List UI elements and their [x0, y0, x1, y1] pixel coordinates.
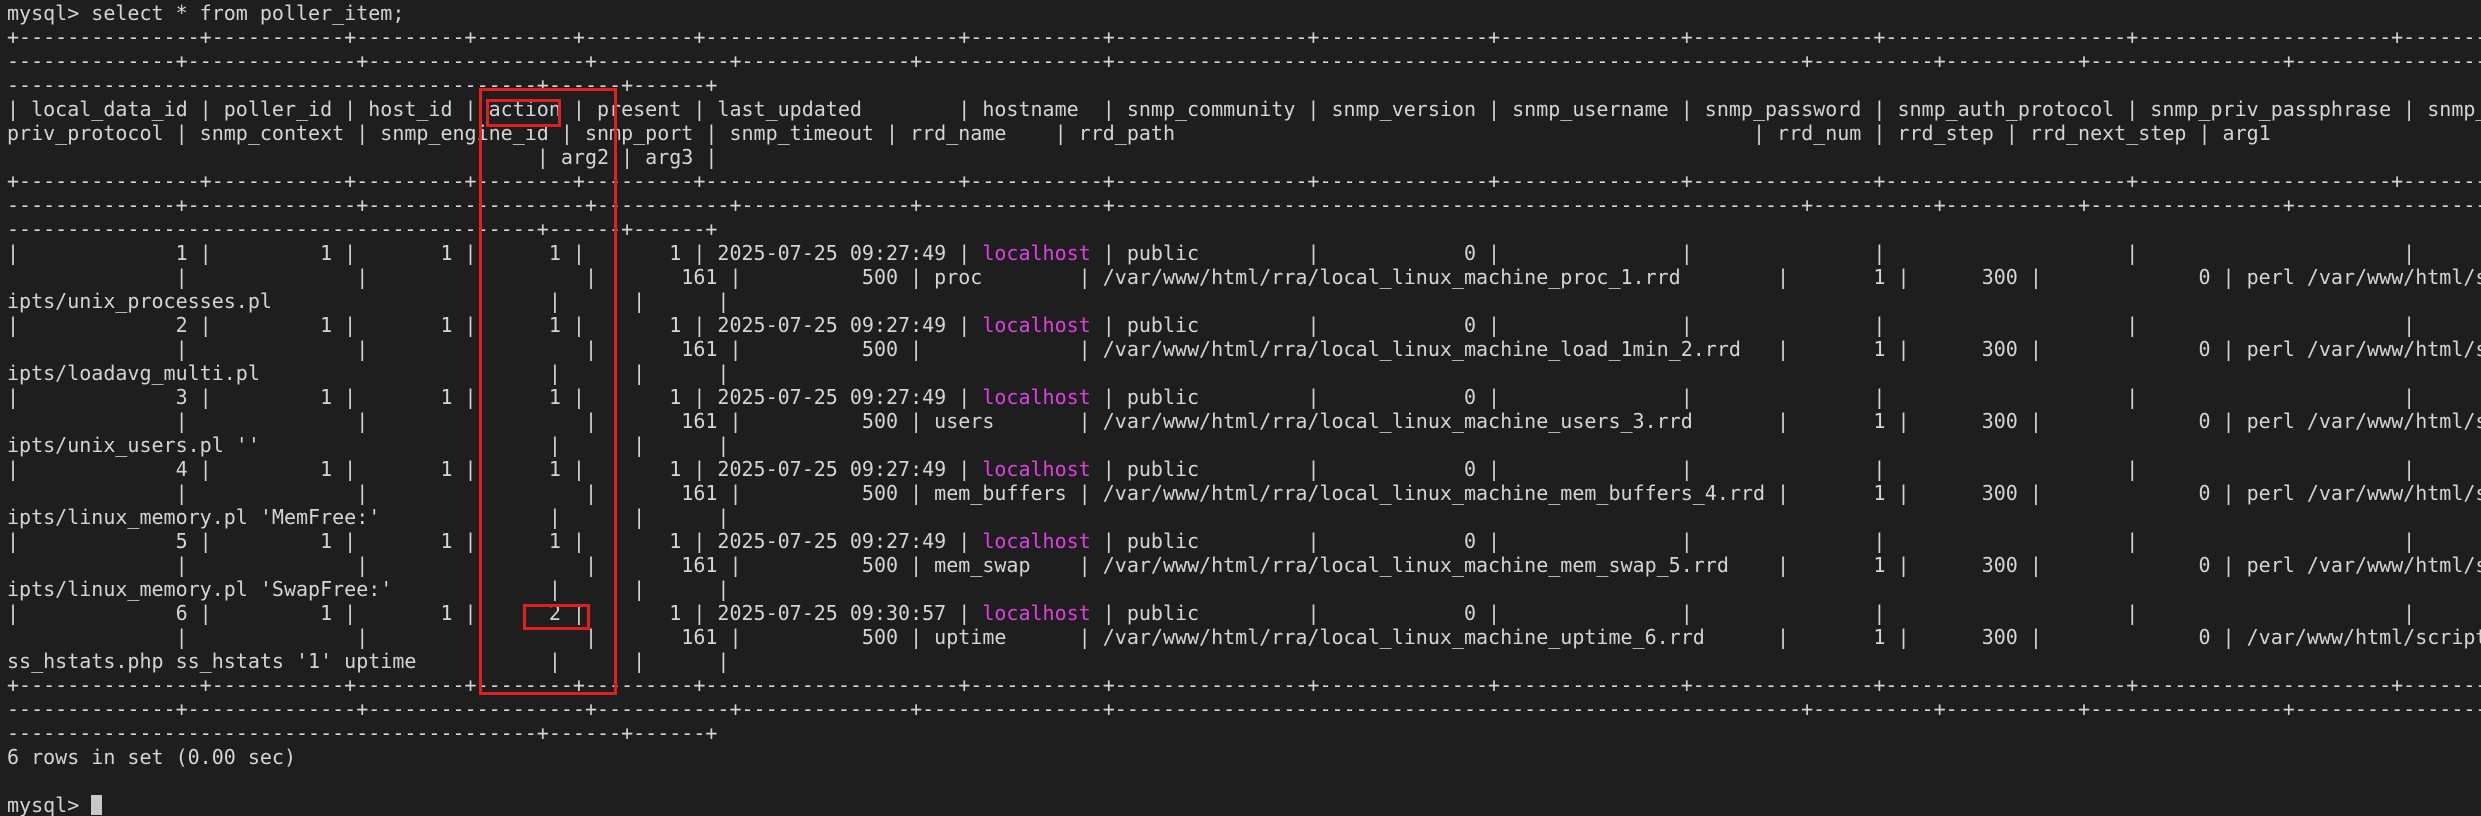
text-cursor[interactable]: [91, 795, 103, 815]
hostname-value: localhost: [982, 313, 1091, 337]
mysql-prompt: mysql>: [7, 793, 103, 816]
hostname-value: localhost: [982, 241, 1091, 265]
terminal-line: | 4 | 1 | 1 | 1 | 1 | 2025-07-25 09:27:4…: [7, 457, 2416, 481]
terminal-line: ----------------------------------------…: [7, 217, 718, 241]
terminal-line: | arg2 | arg3 |: [7, 145, 718, 169]
hostname-value: localhost: [982, 601, 1091, 625]
terminal-line: --------------+--------------+----------…: [7, 697, 2481, 721]
terminal-line: | | | 161 | 500 | mem_swap | /var/www/ht…: [7, 553, 2481, 577]
terminal-line: +---------------+-----------+---------+-…: [7, 673, 2481, 697]
terminal-line: ipts/loadavg_multi.pl | | |: [7, 361, 730, 385]
terminal-line: ----------------------------------------…: [7, 73, 718, 97]
terminal-line: 6 rows in set (0.00 sec): [7, 745, 296, 769]
terminal-line: +---------------+-----------+---------+-…: [7, 25, 2481, 49]
hostname-value: localhost: [982, 385, 1091, 409]
terminal-line: | | | 161 | 500 | | /var/www/html/rra/lo…: [7, 337, 2481, 361]
terminal-line: | | | 161 | 500 | users | /var/www/html/…: [7, 409, 2481, 433]
terminal-line: --------------+--------------+----------…: [7, 193, 2481, 217]
terminal-line: | | | 161 | 500 | mem_buffers | /var/www…: [7, 481, 2481, 505]
terminal-line: ----------------------------------------…: [7, 721, 718, 745]
terminal-line: | | | 161 | 500 | uptime | /var/www/html…: [7, 625, 2481, 649]
terminal-line: ipts/linux_memory.pl 'MemFree:' | | |: [7, 505, 730, 529]
terminal-line: | 1 | 1 | 1 | 1 | 1 | 2025-07-25 09:27:4…: [7, 241, 2416, 265]
terminal-line: ss_hstats.php ss_hstats '1' uptime | | |: [7, 649, 730, 673]
terminal-line: priv_protocol | snmp_context | snmp_engi…: [7, 121, 2271, 145]
sql-command-line: mysql> select * from poller_item;: [7, 1, 405, 25]
terminal-line: +---------------+-----------+---------+-…: [7, 169, 2481, 193]
terminal-line: | 6 | 1 | 1 | 2 | 1 | 2025-07-25 09:30:5…: [7, 601, 2416, 625]
terminal-line: | 3 | 1 | 1 | 1 | 1 | 2025-07-25 09:27:4…: [7, 385, 2416, 409]
hostname-value: localhost: [982, 457, 1091, 481]
terminal-line: | local_data_id | poller_id | host_id | …: [7, 97, 2481, 121]
terminal-line: | 2 | 1 | 1 | 1 | 1 | 2025-07-25 09:27:4…: [7, 313, 2416, 337]
terminal-line: ipts/unix_users.pl '' | | |: [7, 433, 730, 457]
terminal-window[interactable]: mysql> select * from poller_item; +------…: [0, 0, 2481, 816]
terminal-line: ipts/unix_processes.pl | | |: [7, 289, 730, 313]
terminal-line: | 5 | 1 | 1 | 1 | 1 | 2025-07-25 09:27:4…: [7, 529, 2416, 553]
terminal-line: --------------+--------------+----------…: [7, 49, 2481, 73]
hostname-value: localhost: [982, 529, 1091, 553]
terminal-line: | | | 161 | 500 | proc | /var/www/html/r…: [7, 265, 2481, 289]
terminal-line: ipts/linux_memory.pl 'SwapFree:' | | |: [7, 577, 730, 601]
